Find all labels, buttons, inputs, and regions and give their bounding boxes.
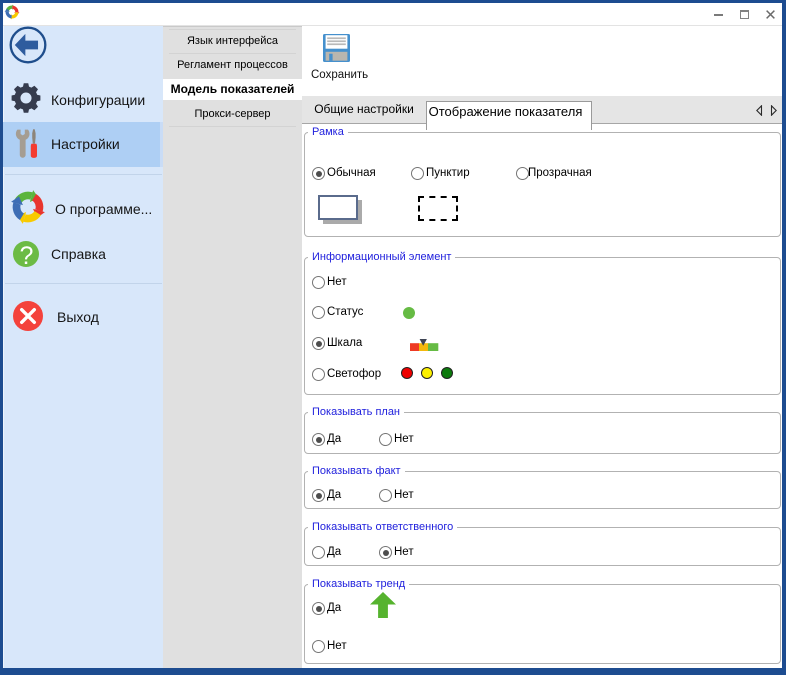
svg-text:?: ? (20, 242, 34, 267)
